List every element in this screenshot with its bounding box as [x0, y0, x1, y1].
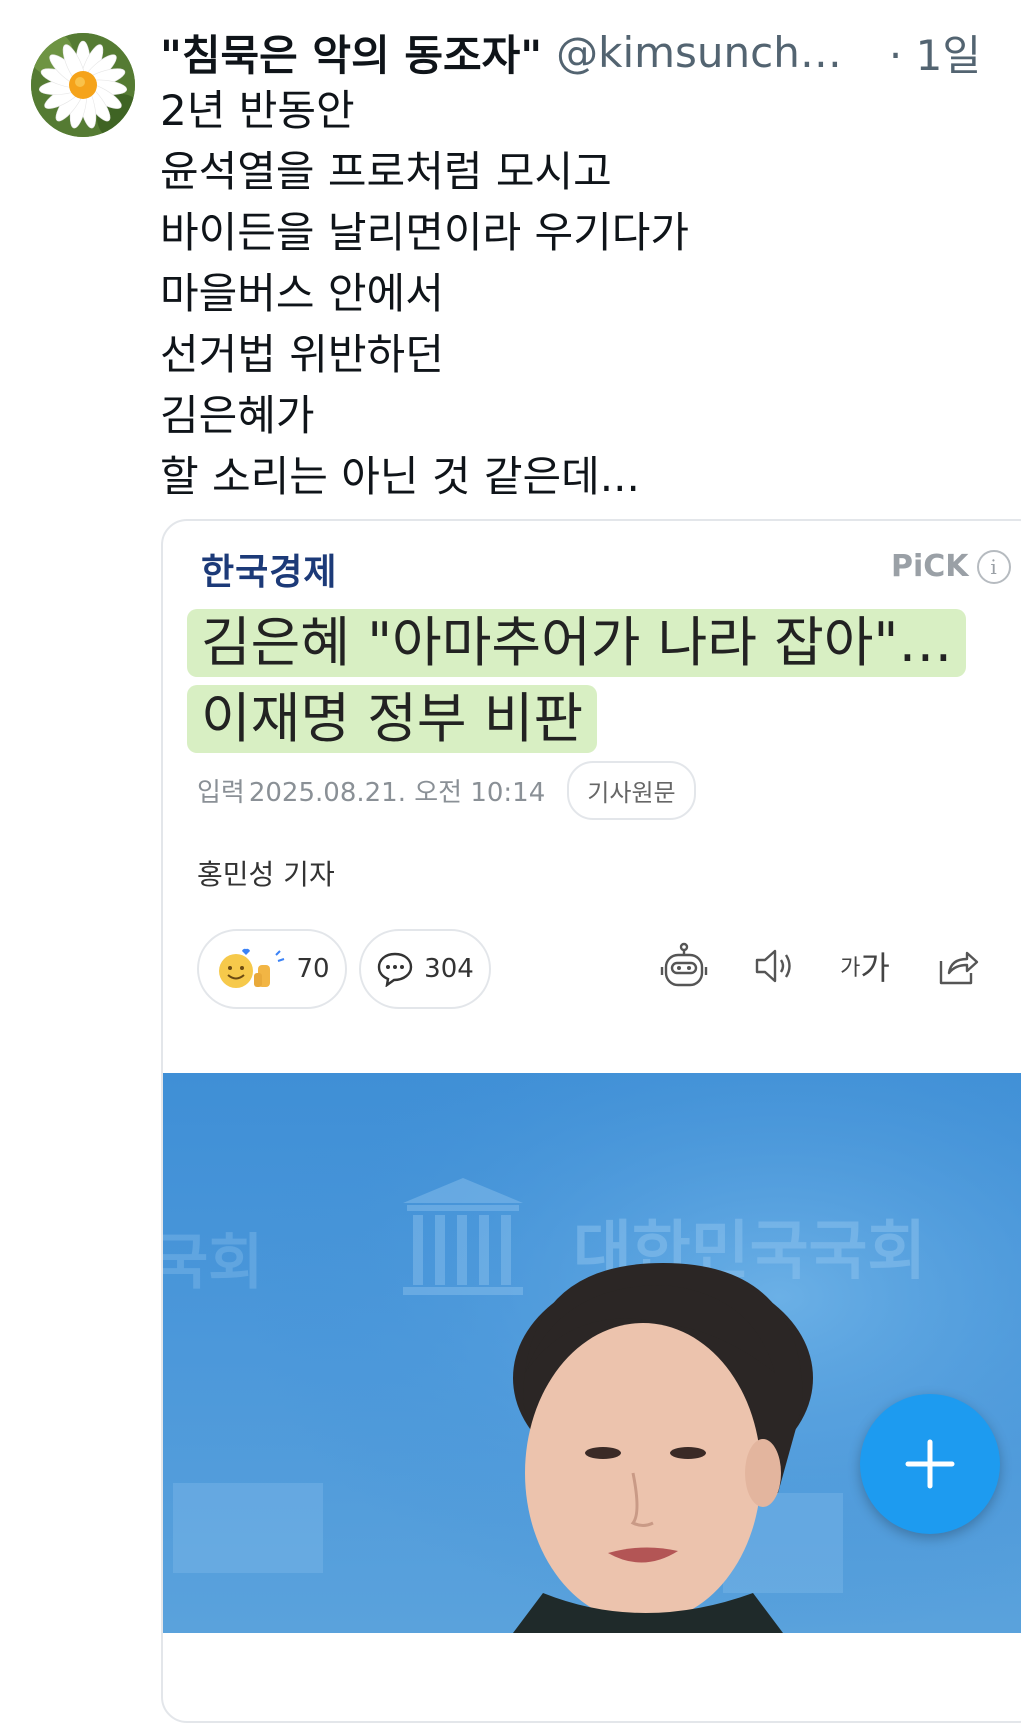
article-headline: 김은혜 "아마추어가 나라 잡아"… 이재명 정부 비판	[187, 609, 1007, 761]
comment-button[interactable]: 304	[359, 929, 491, 1009]
article-date: 2025.08.21. 오전 10:14	[248, 778, 546, 808]
article-photo[interactable]: 대한민국국회 국회	[163, 1073, 1021, 1633]
tweet-line: 윤석열을 프로처럼 모시고	[160, 147, 612, 196]
comment-icon	[377, 952, 413, 987]
tweet-line: 김은혜가	[160, 391, 315, 440]
previous-content-edge: ▔▔▔▔ ▔ ▔▔▔▔	[160, 0, 480, 8]
photo-backdrop-text-left: 국회	[163, 1228, 263, 1298]
info-icon[interactable]: i	[976, 549, 1011, 584]
headline-line: 김은혜 "아마추어가 나라 잡아"…	[187, 609, 967, 677]
press-conference-photo: 대한민국국회 국회	[163, 1073, 1021, 1633]
tweet-line: 바이든을 날리면이라 우기다가	[160, 208, 690, 257]
share-icon	[939, 951, 979, 985]
input-label: 입력	[197, 778, 245, 808]
original-article-button[interactable]: 기사원문	[567, 761, 696, 820]
news-screenshot-card[interactable]: 한국경제 PiCK i 김은혜 "아마추어가 나라 잡아"… 이재명 정부 비판…	[161, 519, 1021, 1723]
daisy-avatar-icon	[31, 33, 135, 137]
avatar[interactable]	[31, 33, 135, 137]
pick-badge[interactable]: PiCK i	[891, 549, 1011, 584]
plus-icon	[905, 1439, 955, 1489]
tweet-time[interactable]: · 1일	[889, 22, 981, 83]
display-name[interactable]: "침묵은 악의 동조자"	[160, 22, 542, 83]
tweet-line: 마을버스 안에서	[160, 269, 444, 318]
font-size-small: 가	[840, 956, 861, 981]
reaction-button[interactable]: 70	[197, 929, 347, 1009]
robot-icon	[660, 942, 708, 987]
share-button[interactable]	[929, 939, 983, 993]
reaction-count: 70	[296, 954, 330, 984]
reaction-emoji-icon	[219, 948, 285, 988]
tweet-header: "침묵은 악의 동조자" @kimsunchul... · 1일	[160, 22, 981, 82]
user-handle[interactable]: @kimsunchul...	[556, 28, 863, 77]
comment-count: 304	[424, 954, 474, 984]
tweet-line: 2년 반동안	[160, 86, 355, 135]
summary-bot-button[interactable]	[657, 939, 711, 993]
tweet-line: 할 소리는 아닌 것 같은데...	[160, 452, 640, 501]
reporter-name: 홍민성 기자	[197, 858, 335, 891]
headline-line: 이재명 정부 비판	[187, 685, 598, 753]
tweet-line: 선거법 위반하던	[160, 330, 444, 379]
article-meta: 입력 2025.08.21. 오전 10:14 기사원문	[197, 761, 696, 820]
tweet-text: 2년 반동안 윤석열을 프로처럼 모시고 바이든을 날리면이라 우기다가 마을버…	[160, 80, 1000, 507]
pick-label: PiCK	[891, 549, 969, 584]
press-logo: 한국경제	[201, 551, 338, 593]
font-size-large: 가	[860, 949, 890, 987]
compose-button[interactable]	[860, 1394, 1000, 1534]
font-size-button[interactable]: 가가	[833, 939, 897, 993]
speaker-icon	[755, 949, 791, 983]
text-to-speech-button[interactable]	[747, 939, 801, 993]
